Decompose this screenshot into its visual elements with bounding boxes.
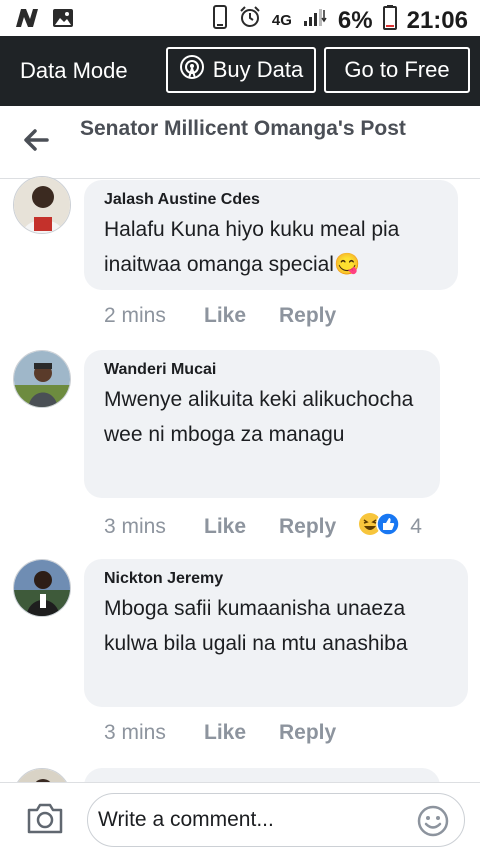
page-title: Senator Millicent Omanga's Post [80, 117, 406, 140]
comment-time: 2 mins [104, 304, 166, 327]
reply-button[interactable]: Reply [279, 721, 336, 745]
comment-input[interactable]: Write a comment... [87, 793, 465, 847]
like-button[interactable]: Like [204, 515, 279, 539]
go-to-free-button[interactable]: Go to Free [324, 47, 470, 93]
alarm-icon [238, 5, 262, 36]
avatar[interactable] [13, 559, 71, 617]
buy-data-button[interactable]: Buy Data [166, 47, 316, 93]
like-button[interactable]: Like [204, 721, 279, 745]
comment-text: Mwenye alikuita keki alikuchocha wee ni … [104, 388, 414, 446]
battery-percent: 6% [337, 6, 373, 34]
comment-bubble[interactable]: Wanderi Mucai Mwenye alikuita keki aliku… [84, 350, 440, 498]
comment-author[interactable]: Jalash Austine Cdes [104, 190, 440, 210]
comment-text: Mboga safii kumaanisha unaeza kulwa bila… [104, 597, 408, 655]
comment-meta: 2 mins Like Reply [104, 304, 336, 328]
comment-bubble[interactable]: Jalash Austine Cdes Halafu Kuna hiyo kuk… [84, 180, 458, 290]
battery-icon [382, 4, 397, 37]
go-to-free-label: Go to Free [344, 57, 450, 82]
reply-button[interactable]: Reply [279, 515, 336, 539]
like-reaction-icon [376, 512, 400, 542]
comment-time: 3 mins [104, 721, 166, 744]
comment-time: 3 mins [104, 515, 166, 538]
buy-data-label: Buy Data [212, 57, 304, 82]
network-type: 4G [271, 12, 292, 29]
like-button[interactable]: Like [204, 304, 279, 328]
reactions[interactable]: 4 [358, 512, 422, 542]
phone-icon [212, 5, 228, 36]
camera-icon[interactable] [26, 801, 64, 840]
avatar[interactable] [13, 176, 71, 234]
comment-meta: 3 mins Like Reply 4 [104, 512, 422, 542]
comment-composer: Write a comment... [0, 782, 480, 855]
emoji: 😋 [333, 253, 361, 276]
broadcast-icon [179, 54, 205, 86]
data-mode-bar: Data Mode Buy Data Go to Free [0, 36, 480, 106]
data-mode-label: Data Mode [20, 58, 128, 83]
comment-placeholder: Write a comment... [98, 808, 274, 831]
comment-meta: 3 mins Like Reply [104, 721, 336, 745]
clock: 21:06 [406, 6, 468, 34]
reaction-count: 4 [410, 515, 422, 538]
signal-icon [302, 6, 328, 35]
comment-author[interactable]: Nickton Jeremy [104, 569, 450, 589]
back-arrow-icon[interactable] [22, 126, 50, 159]
comment-bubble[interactable]: Nickton Jeremy Mboga safii kumaanisha un… [84, 559, 468, 707]
gallery-icon [52, 8, 74, 33]
avatar[interactable] [13, 350, 71, 408]
status-bar: 4G 6% 21:06 [0, 0, 480, 36]
post-header: Senator Millicent Omanga's Post [0, 106, 480, 179]
emoji-smile-icon[interactable] [416, 804, 450, 843]
app-logo-icon [14, 7, 40, 34]
comment-author[interactable]: Wanderi Mucai [104, 360, 422, 380]
reply-button[interactable]: Reply [279, 304, 336, 328]
comment-text: Halafu Kuna hiyo kuku meal pia inaitwaa … [104, 218, 400, 276]
